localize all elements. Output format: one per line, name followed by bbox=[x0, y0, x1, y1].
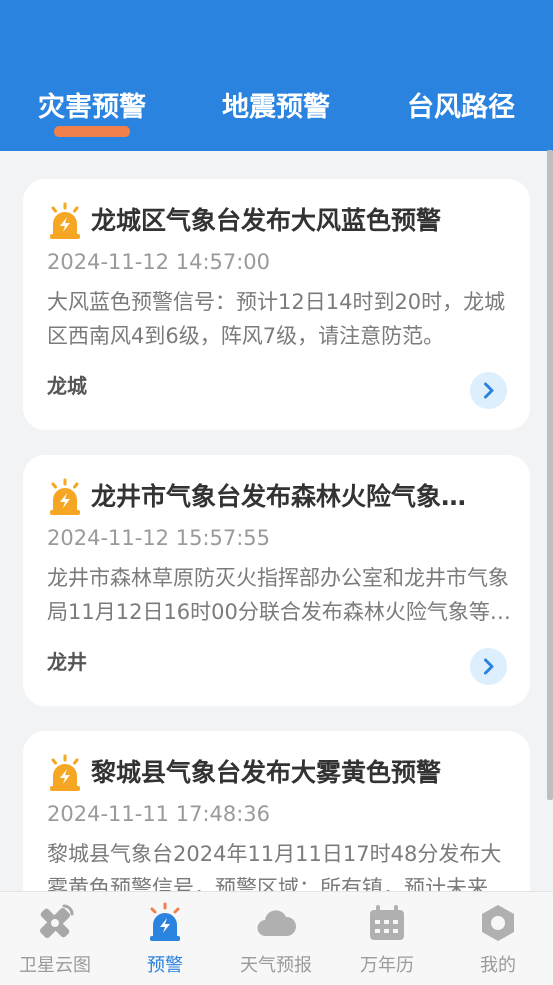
nav-item-calendar[interactable]: 万年历 bbox=[332, 892, 442, 985]
bottom-nav: 卫星云图 预警 天气预报 万年历 我的 bbox=[0, 891, 553, 985]
alert-description: 龙井市森林草原防灭火指挥部办公室和龙井市气象局11月12日16时00分联合发布森… bbox=[47, 566, 511, 624]
calendar-icon bbox=[370, 905, 404, 940]
nav-label: 我的 bbox=[480, 955, 516, 976]
tab-earthquake-warning[interactable]: 地震预警 bbox=[222, 88, 330, 128]
alarm-icon bbox=[150, 902, 180, 941]
active-tab-indicator bbox=[54, 126, 130, 137]
profile-icon bbox=[482, 905, 514, 941]
alert-time: 2024-11-12 15:57:55 bbox=[47, 526, 271, 550]
alarm-icon bbox=[50, 202, 80, 239]
alert-card[interactable]: 黎城县气象台发布大雾黄色预警 2024-11-11 17:48:36 黎城县气象… bbox=[23, 731, 530, 891]
alert-time: 2024-11-11 17:48:36 bbox=[47, 802, 271, 826]
top-header: 灾害预警 地震预警 台风路径 bbox=[0, 0, 553, 151]
cloud-icon bbox=[257, 910, 297, 937]
chevron-right-icon[interactable] bbox=[470, 372, 507, 409]
alert-title: 黎城县气象台发布大雾黄色预警 bbox=[91, 758, 442, 787]
alarm-icon bbox=[50, 754, 80, 791]
alert-list[interactable]: 龙城区气象台发布大风蓝色预警 2024-11-12 14:57:00 大风蓝色预… bbox=[0, 151, 553, 891]
nav-label: 卫星云图 bbox=[19, 955, 91, 976]
satellite-icon bbox=[39, 904, 74, 939]
nav-item-satellite[interactable]: 卫星云图 bbox=[0, 892, 110, 985]
alert-region: 龙城 bbox=[47, 374, 87, 398]
nav-label: 万年历 bbox=[360, 955, 414, 976]
chevron-right-icon[interactable] bbox=[470, 648, 507, 685]
nav-label: 预警 bbox=[147, 955, 183, 976]
alert-description: 大风蓝色预警信号：预计12日14时到20时，龙城区西南风4到6级，阵风7级，请注… bbox=[47, 290, 506, 348]
nav-item-mine[interactable]: 我的 bbox=[443, 892, 553, 985]
alert-description: 黎城县气象台2024年11月11日17时48分发布大雾黄色预警信号，预警区域：所… bbox=[47, 842, 502, 891]
alert-time: 2024-11-12 14:57:00 bbox=[47, 250, 271, 274]
nav-item-forecast[interactable]: 天气预报 bbox=[221, 892, 331, 985]
alert-card[interactable]: 龙井市气象台发布森林火险气象等级预警 2024-11-12 15:57:55 龙… bbox=[23, 455, 530, 706]
alert-region: 龙井 bbox=[47, 650, 87, 674]
alert-title: 龙井市气象台发布森林火险气象等级预警 bbox=[91, 482, 491, 511]
tab-disaster-warning[interactable]: 灾害预警 bbox=[38, 88, 146, 128]
alert-card[interactable]: 龙城区气象台发布大风蓝色预警 2024-11-12 14:57:00 大风蓝色预… bbox=[23, 179, 530, 430]
alarm-icon bbox=[50, 478, 80, 515]
tab-typhoon-path[interactable]: 台风路径 bbox=[407, 88, 515, 128]
alert-title: 龙城区气象台发布大风蓝色预警 bbox=[91, 206, 442, 235]
scrollbar[interactable] bbox=[547, 150, 553, 800]
nav-label: 天气预报 bbox=[240, 955, 312, 976]
nav-item-warning[interactable]: 预警 bbox=[110, 892, 220, 985]
